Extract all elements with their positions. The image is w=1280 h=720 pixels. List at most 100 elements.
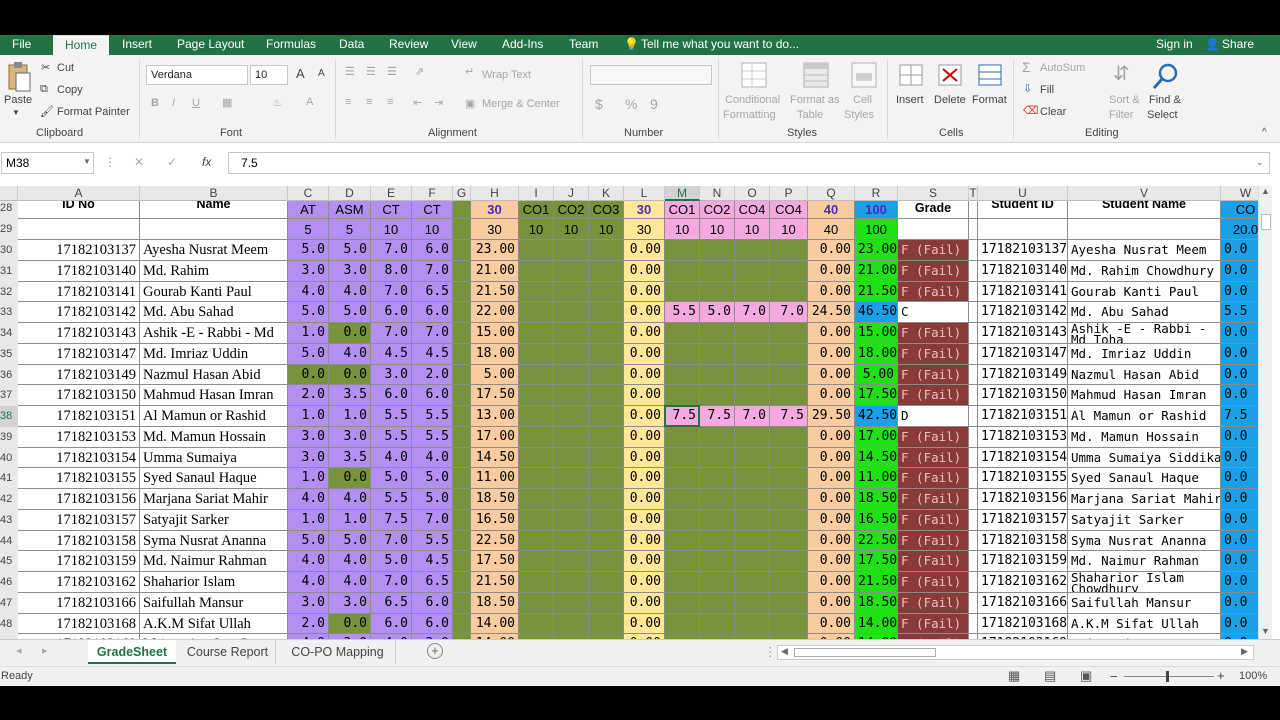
- co1b-cell[interactable]: [665, 426, 700, 448]
- blank-cell[interactable]: [453, 572, 471, 593]
- co3-cell[interactable]: [589, 281, 624, 303]
- blank-cell[interactable]: [453, 530, 471, 552]
- name-cell[interactable]: Ayesha Nusrat Meem: [140, 240, 288, 261]
- co3-cell[interactable]: [589, 426, 624, 448]
- total40-cell[interactable]: 0.00: [808, 323, 855, 344]
- ct1-cell[interactable]: 5.5: [371, 489, 412, 510]
- copy-button[interactable]: Copy: [57, 84, 83, 96]
- co2-cell[interactable]: [554, 302, 589, 323]
- total30-cell[interactable]: 18.00: [471, 343, 519, 365]
- name-box[interactable]: M38: [1, 152, 94, 174]
- header-cell[interactable]: CO3: [589, 201, 624, 219]
- ct1-cell[interactable]: 3.0: [371, 364, 412, 386]
- total100-cell[interactable]: 21.50: [855, 281, 898, 303]
- co-cell[interactable]: 0.0: [1221, 385, 1258, 406]
- column-header-m[interactable]: M: [665, 186, 700, 201]
- id-cell[interactable]: 17182103166: [18, 592, 140, 614]
- blank-cell[interactable]: [453, 509, 471, 531]
- blank-cell[interactable]: [969, 530, 978, 552]
- co4b-cell[interactable]: [770, 364, 808, 386]
- ct2-cell[interactable]: 6.0: [412, 385, 453, 406]
- share-button[interactable]: Share: [1222, 35, 1254, 55]
- total30-cell[interactable]: 21.50: [471, 281, 519, 303]
- co3-cell[interactable]: [589, 406, 624, 427]
- grow-font-button[interactable]: A: [296, 66, 305, 81]
- co2-cell[interactable]: [554, 323, 589, 344]
- student-name-cell[interactable]: Marjana Sariat Mahir: [1068, 489, 1221, 510]
- zoom-out-button[interactable]: −: [1110, 669, 1118, 684]
- co3-cell[interactable]: [589, 592, 624, 614]
- student-id-cell[interactable]: 17182103155: [978, 468, 1068, 489]
- total40-cell[interactable]: 0.00: [808, 613, 855, 635]
- co2-cell[interactable]: [554, 281, 589, 303]
- co1b-cell[interactable]: [665, 364, 700, 386]
- column-header-r[interactable]: R: [855, 186, 898, 201]
- bold-button[interactable]: B: [151, 97, 159, 109]
- column-header-h[interactable]: H: [471, 186, 519, 201]
- format-as-table-icon[interactable]: [802, 61, 830, 89]
- column-header-v[interactable]: V: [1068, 186, 1221, 201]
- student-id-cell[interactable]: 17182103154: [978, 447, 1068, 469]
- co4-cell[interactable]: [735, 426, 770, 448]
- student-name-cell[interactable]: Syma Nusrat Ananna: [1068, 530, 1221, 552]
- student-id-cell[interactable]: 17182103150: [978, 385, 1068, 406]
- student-id-cell[interactable]: 17182103141: [978, 281, 1068, 303]
- at-cell[interactable]: 3.0: [288, 592, 329, 614]
- ct1-cell[interactable]: 7.0: [371, 240, 412, 261]
- format-cells-button[interactable]: Format: [972, 94, 1007, 106]
- italic-button[interactable]: I: [172, 97, 175, 109]
- ct1-cell[interactable]: 7.0: [371, 572, 412, 593]
- total100-cell[interactable]: 21.00: [855, 260, 898, 282]
- co4-cell[interactable]: [735, 613, 770, 635]
- row-header[interactable]: 45: [0, 551, 18, 572]
- align-left-icon[interactable]: ≡: [345, 96, 351, 108]
- co3-cell[interactable]: [589, 551, 624, 572]
- student-name-cell[interactable]: Umma Sumaiya Siddika: [1068, 447, 1221, 469]
- column-header-k[interactable]: K: [589, 186, 624, 201]
- ct2-cell[interactable]: 4.5: [412, 343, 453, 365]
- total100-cell[interactable]: 5.00: [855, 364, 898, 386]
- blank-cell[interactable]: [453, 551, 471, 572]
- column-header-o[interactable]: O: [735, 186, 770, 201]
- co1b-cell[interactable]: [665, 613, 700, 635]
- co4-cell[interactable]: [735, 572, 770, 593]
- total100-cell[interactable]: 42.50: [855, 406, 898, 427]
- total30-cell[interactable]: 22.50: [471, 530, 519, 552]
- format-cells-icon[interactable]: [976, 61, 1004, 89]
- total30b-cell[interactable]: 0.00: [624, 592, 665, 614]
- header-cell[interactable]: 10: [371, 219, 412, 240]
- student-id-cell[interactable]: 17182103149: [978, 364, 1068, 386]
- student-name-cell[interactable]: Md. Naimur Rahman: [1068, 551, 1221, 572]
- co-cell[interactable]: 0.0: [1221, 323, 1258, 344]
- total30b-cell[interactable]: 0.00: [624, 406, 665, 427]
- at-cell[interactable]: 4.0: [288, 572, 329, 593]
- add-sheet-icon[interactable]: +: [427, 643, 443, 659]
- total30b-cell[interactable]: 0.00: [624, 489, 665, 510]
- co2b-cell[interactable]: 7.5: [700, 406, 735, 427]
- blank-cell[interactable]: [453, 302, 471, 323]
- co2b-cell[interactable]: [700, 240, 735, 261]
- total30b-cell[interactable]: 0.00: [624, 385, 665, 406]
- ct2-cell[interactable]: 6.5: [412, 572, 453, 593]
- student-id-cell[interactable]: 17182103147: [978, 343, 1068, 365]
- id-cell[interactable]: 17182103156: [18, 489, 140, 510]
- grade-cell[interactable]: F (Fail): [898, 447, 969, 469]
- cancel-icon[interactable]: ✕: [134, 155, 144, 169]
- co2-cell[interactable]: [554, 592, 589, 614]
- asm-cell[interactable]: 5.0: [329, 240, 371, 261]
- co2b-cell[interactable]: [700, 281, 735, 303]
- ct1-cell[interactable]: 7.0: [371, 323, 412, 344]
- sheet-tab-co-po-mapping[interactable]: CO-PO Mapping: [280, 640, 396, 664]
- asm-cell[interactable]: 4.0: [329, 489, 371, 510]
- tab-page-layout[interactable]: Page Layout: [177, 35, 244, 55]
- asm-cell[interactable]: 0.0: [329, 323, 371, 344]
- header-cell[interactable]: [969, 201, 978, 219]
- total100-cell[interactable]: 17.50: [855, 385, 898, 406]
- co1b-cell[interactable]: [665, 385, 700, 406]
- conditional-formatting-label2[interactable]: Formatting: [723, 109, 776, 121]
- zoom-slider-thumb[interactable]: [1166, 671, 1169, 682]
- blank-cell[interactable]: [969, 447, 978, 469]
- co4b-cell[interactable]: [770, 592, 808, 614]
- blank-cell[interactable]: [969, 343, 978, 365]
- total40-cell[interactable]: 0.00: [808, 281, 855, 303]
